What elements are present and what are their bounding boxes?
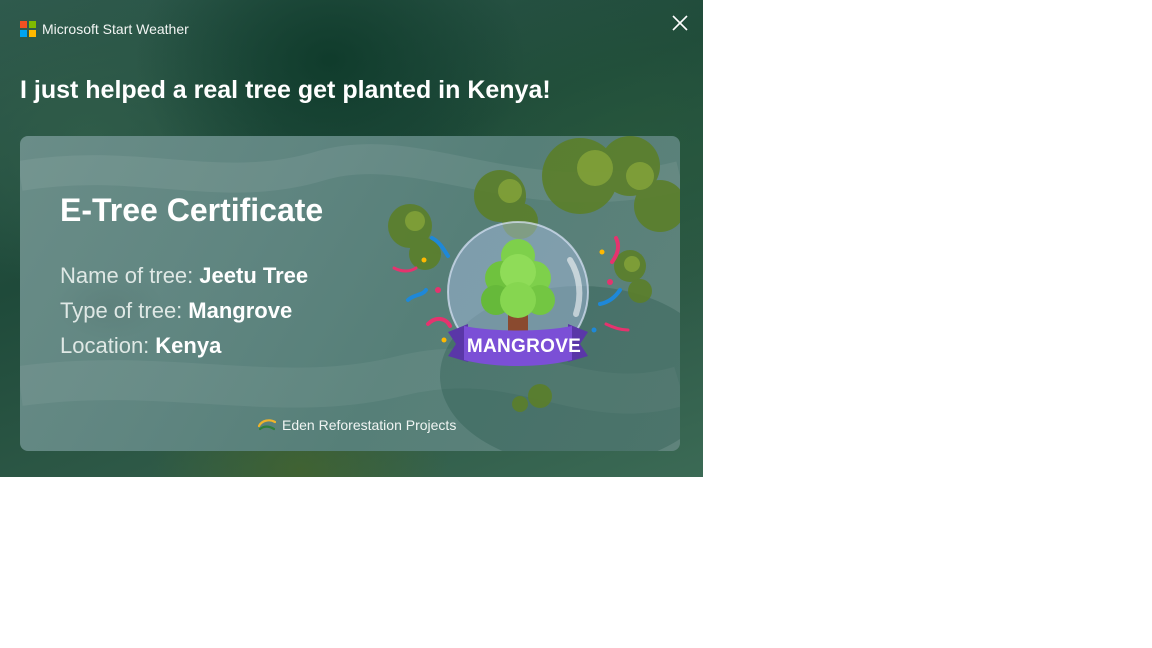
partner-name: Eden Reforestation Projects [282, 417, 457, 433]
microsoft-logo-icon [20, 21, 36, 37]
close-icon [672, 15, 688, 31]
tree-name-value: Jeetu Tree [199, 263, 309, 288]
tree-type-value: Mangrove [188, 298, 293, 323]
eden-logo-icon [258, 419, 276, 431]
app-name: Microsoft Start Weather [42, 21, 189, 37]
certificate-card: E-Tree Certificate Name of tree: Jeetu Tr… [20, 136, 680, 451]
close-button[interactable] [668, 11, 692, 35]
location-label: Location: [60, 333, 150, 358]
tree-name-label: Name of tree: [60, 263, 194, 288]
app-brand: Microsoft Start Weather [20, 21, 189, 37]
badge-label: MANGROVE [466, 336, 582, 357]
location-row: Location: Kenya [60, 333, 221, 359]
tree-name-row: Name of tree: Jeetu Tree [60, 263, 308, 289]
certificate-window: Microsoft Start Weather I just helped a … [0, 0, 703, 477]
location-value: Kenya [155, 333, 222, 358]
tree-type-label: Type of tree: [60, 298, 183, 323]
tree-type-row: Type of tree: Mangrove [60, 298, 292, 324]
share-headline: I just helped a real tree get planted in… [20, 76, 551, 104]
certificate-title: E-Tree Certificate [60, 192, 324, 228]
partner-credit: Eden Reforestation Projects [258, 416, 456, 434]
